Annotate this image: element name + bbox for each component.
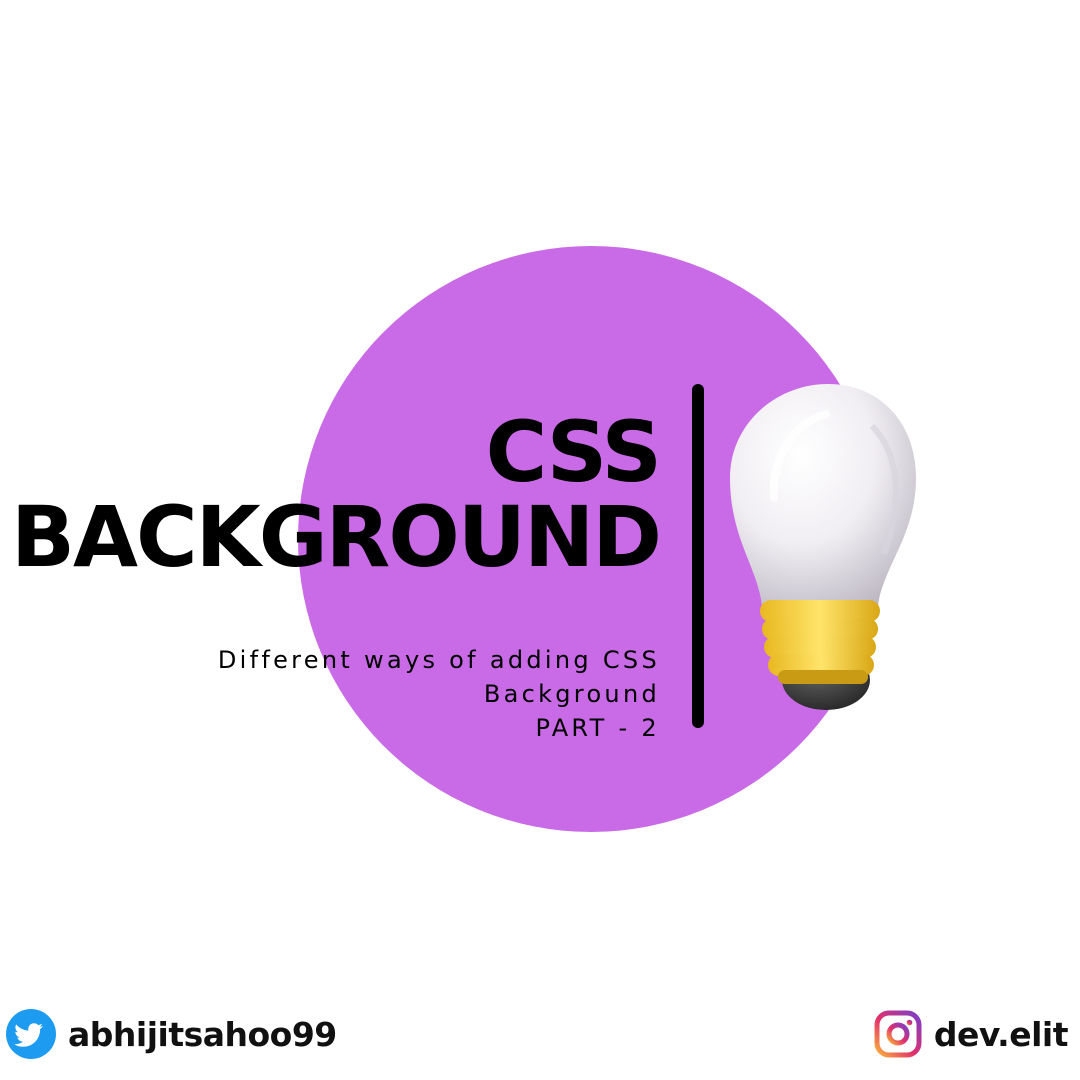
instagram-credit[interactable]: dev.elit: [874, 1008, 1069, 1060]
subtitle-line-1: Different ways of adding CSS: [217, 646, 660, 674]
subtitle-line-2: Background: [483, 680, 660, 708]
vertical-divider: [692, 384, 704, 728]
instagram-handle: dev.elit: [933, 1014, 1069, 1054]
subtitle: Different ways of adding CSS Background …: [218, 643, 660, 745]
twitter-credit[interactable]: abhijitsahoo99: [6, 1008, 337, 1060]
headline-line-1: CSS: [485, 403, 662, 501]
subtitle-line-3: PART - 2: [535, 714, 660, 742]
twitter-handle: abhijitsahoo99: [68, 1014, 337, 1054]
headline: CSS BACKGROUND: [10, 403, 662, 586]
light-bulb-icon: [730, 384, 916, 710]
twitter-bird-icon: [6, 1009, 56, 1059]
headline-line-2: BACKGROUND: [10, 488, 662, 586]
instagram-camera-icon: [874, 1010, 922, 1058]
